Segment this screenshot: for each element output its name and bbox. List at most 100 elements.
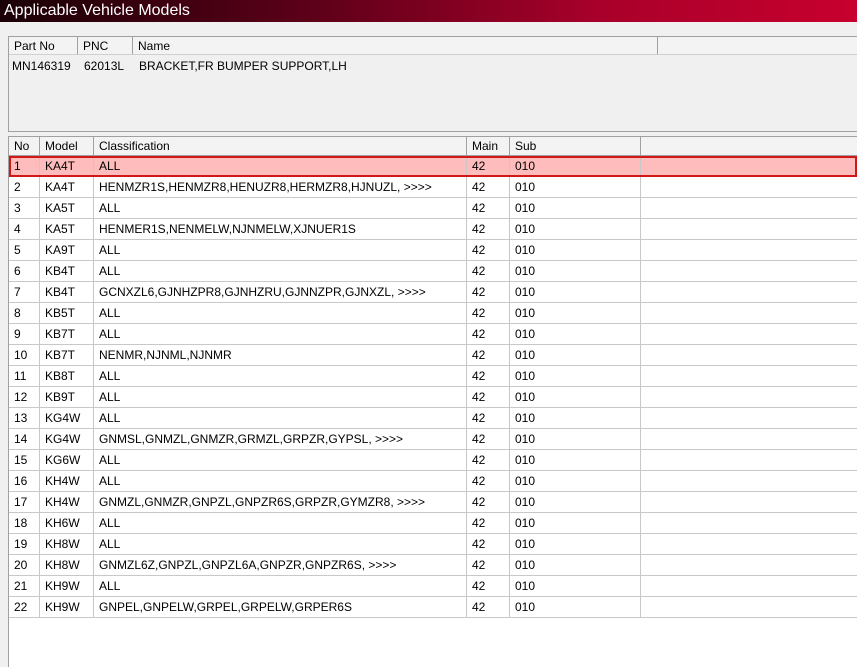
row-main: 42 [467, 513, 510, 533]
table-row[interactable]: 8 KB5T ALL 42 010 [9, 303, 857, 324]
table-row[interactable]: 18 KH6W ALL 42 010 [9, 513, 857, 534]
row-sub: 010 [510, 429, 641, 449]
row-model: KA5T [40, 198, 94, 218]
row-model: KH4W [40, 492, 94, 512]
row-filler [641, 282, 857, 302]
row-main: 42 [467, 534, 510, 554]
row-model: KG4W [40, 429, 94, 449]
table-row[interactable]: 14 KG4W GNMSL,GNMZL,GNMZR,GRMZL,GRPZR,GYPS… [9, 429, 857, 450]
table-row[interactable]: 3 KA5T ALL 42 010 [9, 198, 857, 219]
row-main: 42 [467, 282, 510, 302]
row-no: 15 [9, 450, 40, 470]
row-no: 6 [9, 261, 40, 281]
table-row[interactable]: 19 KH8W ALL 42 010 [9, 534, 857, 555]
table-row[interactable]: 15 KG6W ALL 42 010 [9, 450, 857, 471]
row-main: 42 [467, 576, 510, 596]
row-filler [641, 492, 857, 512]
row-no: 9 [9, 324, 40, 344]
row-sub: 010 [510, 513, 641, 533]
vehicle-models-table: No Model Classification Main Sub 1 KA4T AL… [8, 136, 857, 667]
row-sub: 010 [510, 282, 641, 302]
row-main: 42 [467, 429, 510, 449]
row-sub: 010 [510, 555, 641, 575]
row-filler [641, 513, 857, 533]
col-header-name[interactable]: Name [133, 37, 658, 54]
table-row[interactable]: 4 KA5T HENMER1S,NENMELW,NJNMELW,XJNUER1S 42… [9, 219, 857, 240]
col-header-main[interactable]: Main [467, 137, 510, 155]
row-no: 18 [9, 513, 40, 533]
row-sub: 010 [510, 324, 641, 344]
row-no: 12 [9, 387, 40, 407]
row-sub: 010 [510, 261, 641, 281]
row-no: 1 [9, 156, 40, 176]
part-table-header: Part No PNC Name [9, 37, 857, 55]
table-row[interactable]: 20 KH8W GNMZL6Z,GNPZL,GNPZL6A,GNPZR,GNPZR6… [9, 555, 857, 576]
table-row[interactable]: 17 KH4W GNMZL,GNMZR,GNPZL,GNPZR6S,GRPZR,GY… [9, 492, 857, 513]
row-main: 42 [467, 261, 510, 281]
table-row[interactable]: 16 KH4W ALL 42 010 [9, 471, 857, 492]
table-row[interactable]: 21 KH9W ALL 42 010 [9, 576, 857, 597]
row-model: KB9T [40, 387, 94, 407]
row-main: 42 [467, 156, 510, 176]
row-classification: ALL [94, 576, 467, 596]
row-no: 16 [9, 471, 40, 491]
row-main: 42 [467, 366, 510, 386]
table-row[interactable]: 13 KG4W ALL 42 010 [9, 408, 857, 429]
table-row[interactable]: 22 KH9W GNPEL,GNPELW,GRPEL,GRPELW,GRPER6S 4… [9, 597, 857, 618]
row-main: 42 [467, 471, 510, 491]
row-filler [641, 450, 857, 470]
table-row[interactable]: 10 KB7T NENMR,NJNML,NJNMR 42 010 [9, 345, 857, 366]
window-title: Applicable Vehicle Models [0, 0, 857, 22]
row-classification: GNPEL,GNPELW,GRPEL,GRPELW,GRPER6S [94, 597, 467, 617]
row-no: 3 [9, 198, 40, 218]
row-model: KA5T [40, 219, 94, 239]
col-header-sub[interactable]: Sub [510, 137, 641, 155]
row-sub: 010 [510, 597, 641, 617]
table-row[interactable]: 1 KA4T ALL 42 010 [9, 156, 857, 177]
row-classification: HENMER1S,NENMELW,NJNMELW,XJNUER1S [94, 219, 467, 239]
row-classification: ALL [94, 324, 467, 344]
row-no: 7 [9, 282, 40, 302]
row-sub: 010 [510, 534, 641, 554]
col-header-pnc[interactable]: PNC [78, 37, 133, 54]
row-model: KA4T [40, 156, 94, 176]
col-header-part-no[interactable]: Part No [9, 37, 78, 54]
table-row[interactable]: 9 KB7T ALL 42 010 [9, 324, 857, 345]
row-model: KH9W [40, 576, 94, 596]
col-header-no[interactable]: No [9, 137, 40, 155]
row-classification: ALL [94, 471, 467, 491]
table-row[interactable]: 11 KB8T ALL 42 010 [9, 366, 857, 387]
row-main: 42 [467, 492, 510, 512]
row-model: KH6W [40, 513, 94, 533]
row-main: 42 [467, 240, 510, 260]
row-sub: 010 [510, 387, 641, 407]
row-no: 20 [9, 555, 40, 575]
row-model: KB7T [40, 345, 94, 365]
table-row[interactable]: 2 KA4T HENMZR1S,HENMZR8,HENUZR8,HERMZR8,HJ… [9, 177, 857, 198]
row-classification: ALL [94, 450, 467, 470]
row-model: KB8T [40, 366, 94, 386]
row-sub: 010 [510, 471, 641, 491]
row-filler [641, 408, 857, 428]
row-filler [641, 324, 857, 344]
row-model: KH9W [40, 597, 94, 617]
row-model: KG4W [40, 408, 94, 428]
table-row[interactable]: 5 KA9T ALL 42 010 [9, 240, 857, 261]
col-header-model[interactable]: Model [40, 137, 94, 155]
table-row[interactable]: 6 KB4T ALL 42 010 [9, 261, 857, 282]
row-filler [641, 597, 857, 617]
part-row[interactable]: MN146319 62013L BRACKET,FR BUMPER SUPPOR… [9, 55, 857, 77]
table-row[interactable]: 7 KB4T GCNXZL6,GJNHZPR8,GJNHZRU,GJNNZPR,GJ… [9, 282, 857, 303]
row-classification: ALL [94, 303, 467, 323]
table-row[interactable]: 12 KB9T ALL 42 010 [9, 387, 857, 408]
row-filler [641, 555, 857, 575]
row-main: 42 [467, 345, 510, 365]
col-header-filler [641, 137, 857, 155]
pnc: 62013L [84, 59, 125, 73]
part-info-table: Part No PNC Name MN146319 62013L BRACKET… [8, 36, 857, 132]
row-sub: 010 [510, 303, 641, 323]
col-header-classification[interactable]: Classification [94, 137, 467, 155]
row-model: KH8W [40, 555, 94, 575]
row-sub: 010 [510, 492, 641, 512]
row-no: 2 [9, 177, 40, 197]
